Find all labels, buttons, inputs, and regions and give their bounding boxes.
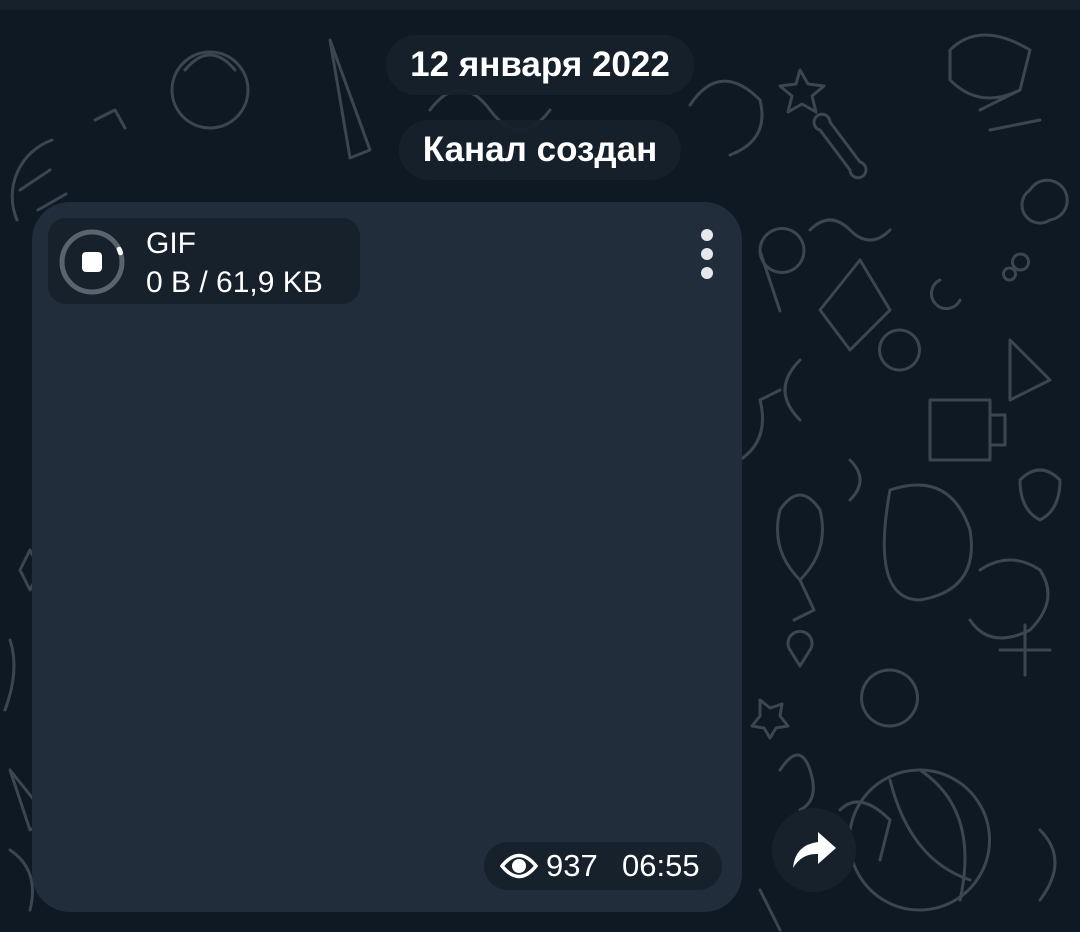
message-time: 06:55 [622,848,700,883]
chat-screen: 12 января 2022 Канал создан GIF 0 B / 61… [0,0,1080,932]
top-bar-edge [0,0,1080,10]
download-status: 0 B / 61,9 KB [146,266,323,299]
more-vertical-icon[interactable] [690,226,724,282]
stop-icon[interactable] [58,228,126,296]
channel-created-service-message: Канал создан [398,120,682,180]
media-type-label: GIF [146,227,196,260]
forward-button[interactable] [772,808,856,892]
eye-icon [500,853,538,879]
gif-download-badge: GIF 0 B / 61,9 KB [48,218,360,304]
date-separator[interactable]: 12 января 2022 [386,35,694,95]
view-count: 937 [546,848,598,883]
message-meta: 937 06:55 [484,842,722,890]
download-progress-arc [116,246,124,256]
gif-message-bubble[interactable]: GIF 0 B / 61,9 KB 937 06:55 [32,202,742,912]
forward-arrow-icon [793,832,836,868]
